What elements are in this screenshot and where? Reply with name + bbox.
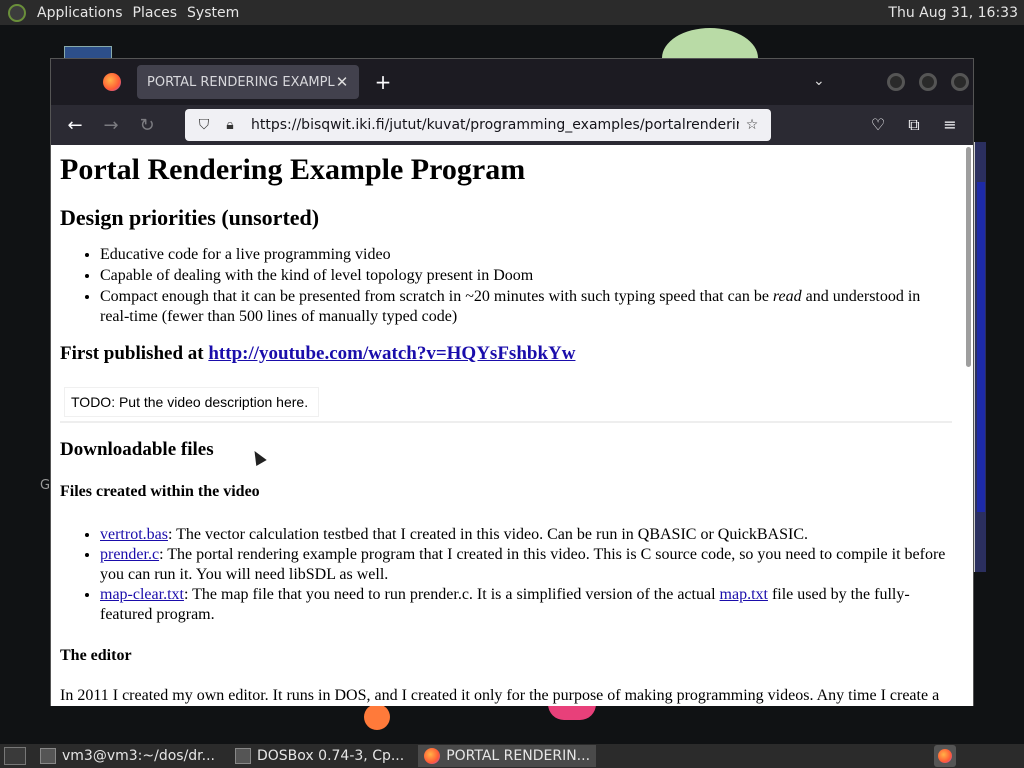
list-item: Compact enough that it can be presented … [100, 287, 952, 327]
minimize-button[interactable] [887, 73, 905, 91]
forward-icon[interactable]: → [93, 115, 129, 136]
published-label: First published at [60, 343, 209, 364]
close-tab-icon[interactable]: ✕ [335, 73, 349, 91]
new-tab-button[interactable]: + [371, 70, 395, 94]
firefox-icon [938, 749, 952, 763]
design-heading: Design priorities (unsorted) [60, 205, 320, 230]
url-bar[interactable]: ⛉ 🔒︎ https://bisqwit.iki.fi/jutut/kuvat/… [185, 109, 771, 141]
taskbar-label: PORTAL RENDERIN... [446, 748, 591, 764]
reload-icon[interactable]: ↻ [129, 115, 165, 136]
list-item: prender.c: The portal rendering example … [100, 545, 952, 585]
tab-title: PORTAL RENDERING EXAMPLE [147, 74, 335, 90]
dosbox-icon [235, 748, 251, 764]
firefox-icon [424, 748, 441, 764]
lock-icon[interactable]: 🔒︎ [217, 117, 243, 133]
priorities-list: Educative code for a live programming vi… [100, 245, 952, 327]
extensions-icon[interactable]: ⧉ [901, 115, 927, 135]
page-title: Portal Rendering Example Program [60, 153, 526, 186]
taskbar-item-terminal[interactable]: vm3@vm3:~/dos/dr... [34, 745, 221, 767]
page-content[interactable]: Portal Rendering Example Program Design … [51, 145, 973, 706]
desktop-label-fragment: G [40, 478, 51, 493]
tray-firefox-icon[interactable] [934, 745, 956, 767]
list-item-text: Compact enough that it can be presented … [100, 288, 773, 305]
taskbar-item-dosbox[interactable]: DOSBox 0.74-3, Cp... [229, 745, 410, 767]
list-item: map-clear.txt: The map file that you nee… [100, 585, 952, 625]
taskbar-label: DOSBox 0.74-3, Cp... [257, 748, 405, 764]
prender-link[interactable]: prender.c [100, 546, 159, 563]
top-panel: Applications Places System Thu Aug 31, 1… [0, 0, 1024, 25]
page-scrollbar[interactable] [966, 147, 971, 367]
taskbar-label: vm3@vm3:~/dos/dr... [62, 748, 215, 764]
app-menu-icon[interactable]: ≡ [937, 115, 963, 135]
toolbar-right: ♡ ⧉ ≡ [865, 115, 963, 135]
menu-applications[interactable]: Applications [32, 5, 128, 21]
list-item-text: : The vector calculation testbed that I … [167, 526, 808, 543]
files-list: vertrot.bas: The vector calculation test… [100, 525, 952, 625]
editor-heading: The editor [60, 647, 132, 664]
published-line: First published at http://youtube.com/wa… [60, 343, 952, 365]
list-item-text: : The portal rendering example program t… [100, 546, 946, 583]
firefox-window: PORTAL RENDERING EXAMPLE ✕ + ⌄ ← → ↻ ⛉ 🔒… [50, 58, 974, 706]
dosbox-window-edge[interactable] [972, 142, 986, 572]
emphasis: read [772, 288, 802, 305]
dosbox-scrollbar [977, 182, 985, 512]
map-link[interactable]: map.txt [720, 586, 768, 603]
editor-paragraph: In 2011 I created my own editor. It runs… [60, 687, 940, 704]
list-all-tabs-icon[interactable]: ⌄ [813, 73, 825, 89]
list-item: vertrot.bas: The vector calculation test… [100, 525, 952, 545]
show-desktop-button[interactable] [4, 747, 26, 765]
tab-portal-rendering[interactable]: PORTAL RENDERING EXAMPLE ✕ [137, 65, 359, 99]
list-item: Educative code for a live programming vi… [100, 245, 952, 265]
taskbar: vm3@vm3:~/dos/dr... DOSBox 0.74-3, Cp...… [0, 744, 1024, 768]
shield-icon[interactable]: ⛉ [191, 117, 217, 133]
nav-bar: ← → ↻ ⛉ 🔒︎ https://bisqwit.iki.fi/jutut/… [51, 105, 973, 145]
close-window-button[interactable] [951, 73, 969, 91]
downloads-heading: Downloadable files [60, 439, 214, 460]
youtube-link[interactable]: http://youtube.com/watch?v=HQYsFshbkYw [208, 343, 575, 364]
window-controls [887, 73, 969, 91]
back-icon[interactable]: ← [57, 115, 93, 136]
pocket-icon[interactable]: ♡ [865, 115, 891, 135]
taskbar-item-firefox[interactable]: PORTAL RENDERIN... [418, 745, 597, 767]
menu-system[interactable]: System [182, 5, 244, 21]
firefox-icon [103, 73, 121, 91]
wallpaper-shape [364, 704, 390, 730]
wallpaper-shape [548, 704, 596, 720]
tab-bar: PORTAL RENDERING EXAMPLE ✕ + ⌄ [51, 59, 973, 105]
maximize-button[interactable] [919, 73, 937, 91]
divider [60, 421, 952, 423]
terminal-icon [40, 748, 56, 764]
bookmark-star-icon[interactable]: ☆ [739, 117, 765, 133]
vertrot-link[interactable]: vertrot.bas [100, 526, 168, 543]
todo-box: TODO: Put the video description here. [64, 387, 319, 417]
map-clear-link[interactable]: map-clear.txt [100, 586, 184, 603]
url-text[interactable]: https://bisqwit.iki.fi/jutut/kuvat/progr… [251, 117, 739, 133]
clock[interactable]: Thu Aug 31, 16:33 [888, 5, 1018, 21]
files-heading: Files created within the video [60, 483, 260, 500]
distro-logo-icon[interactable] [8, 3, 26, 22]
menu-places[interactable]: Places [128, 5, 183, 21]
list-item-text: : The map file that you need to run pren… [183, 586, 720, 603]
list-item: Capable of dealing with the kind of leve… [100, 266, 952, 286]
